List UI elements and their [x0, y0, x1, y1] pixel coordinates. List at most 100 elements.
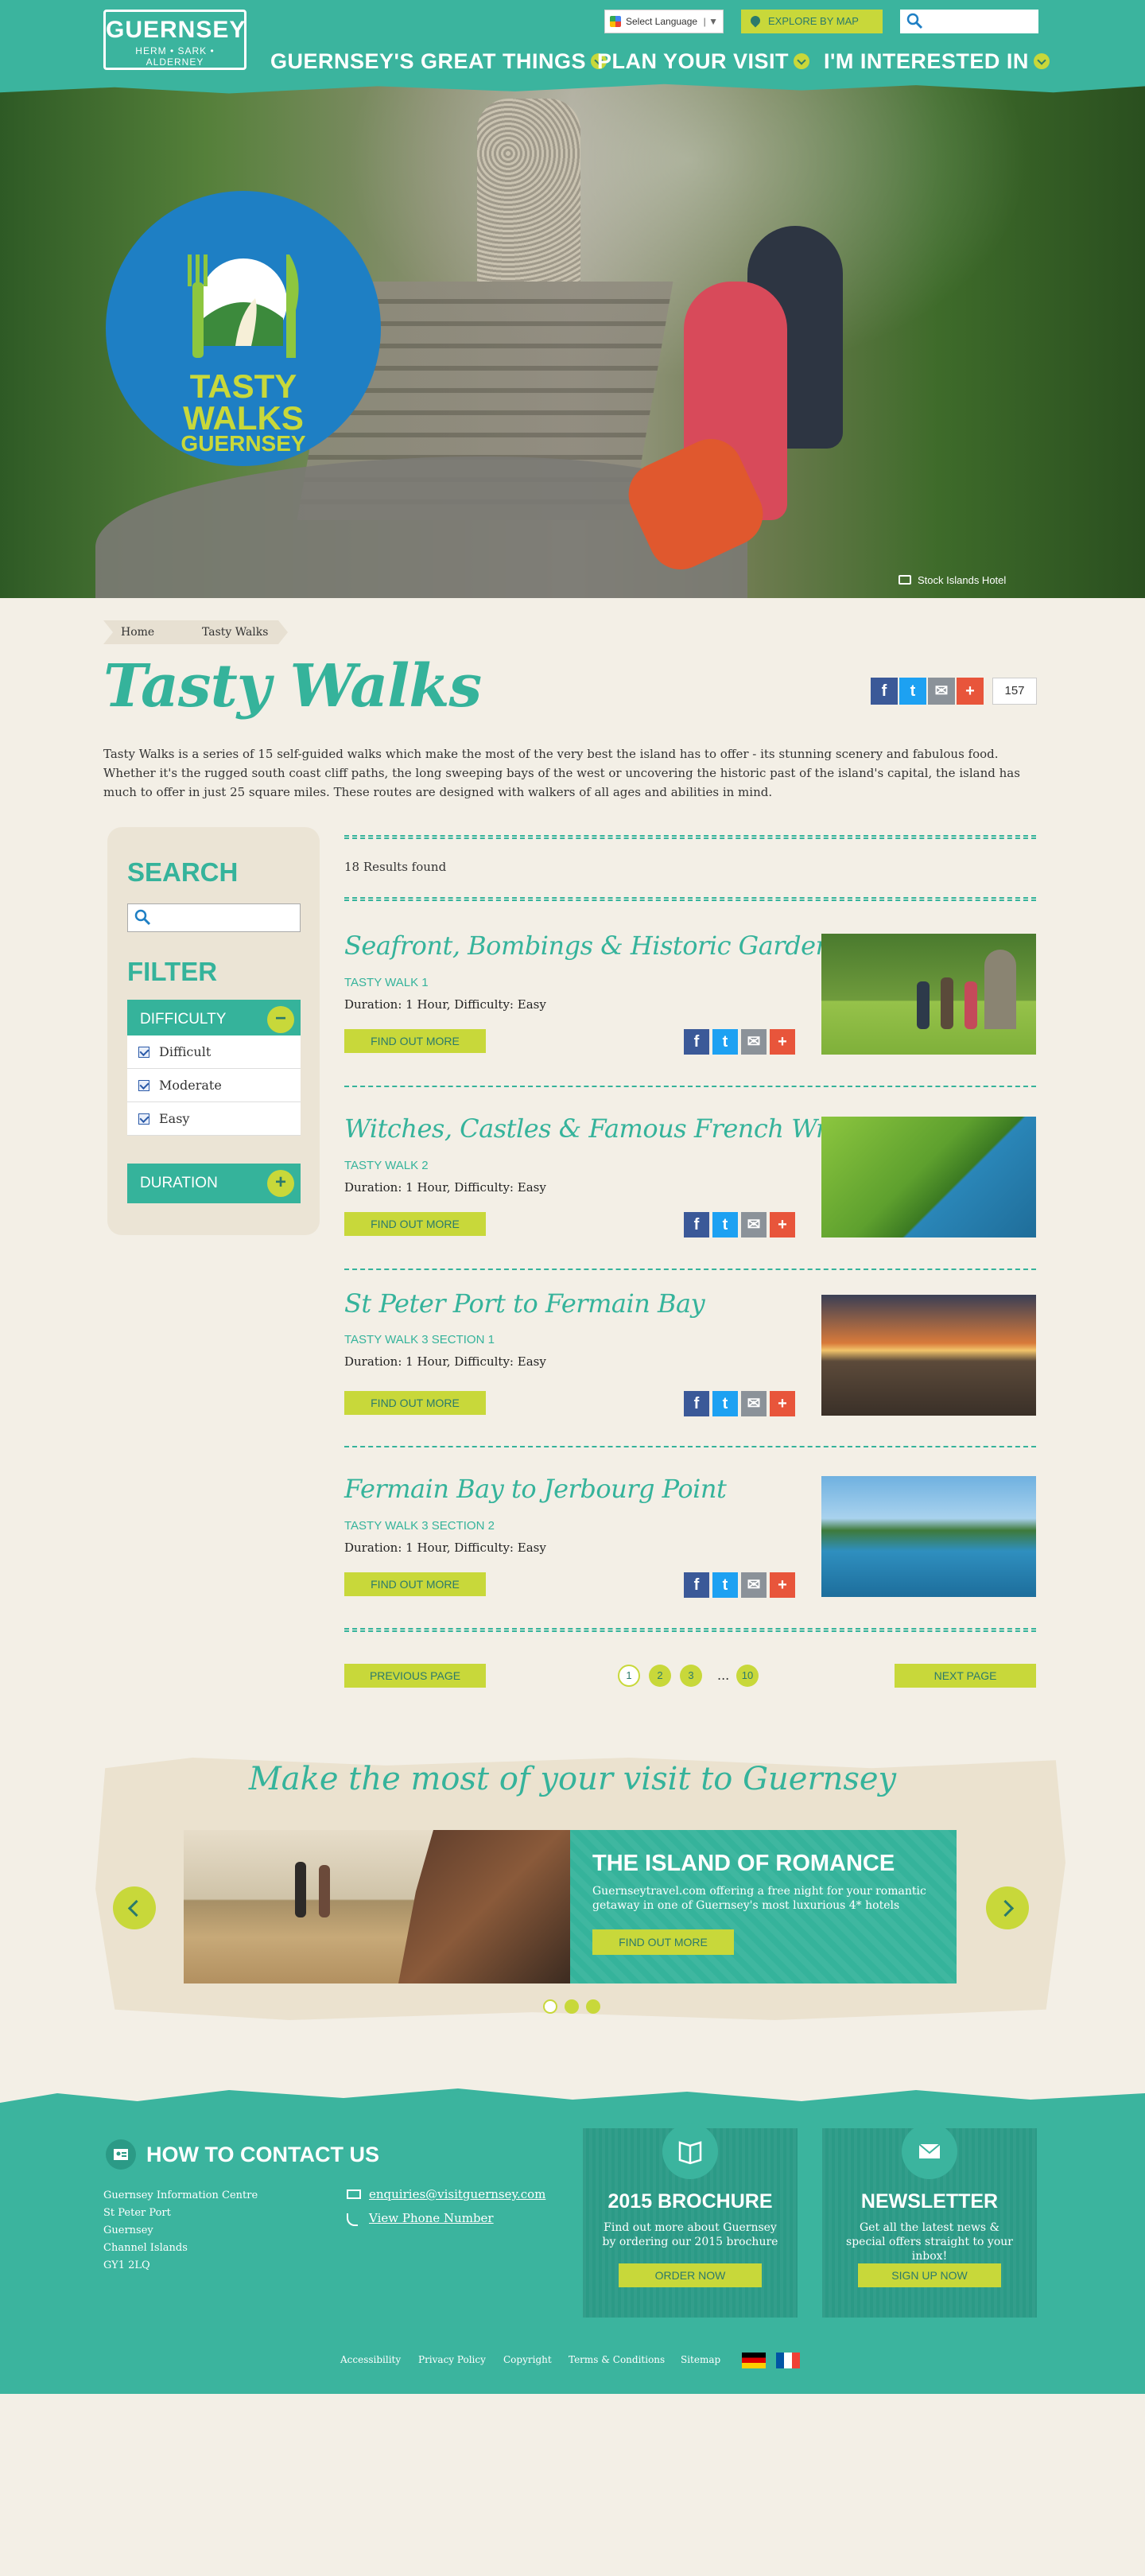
promo-slide-text: Guernseytravel.com offering a free night… — [592, 1885, 926, 1912]
language-select[interactable]: Select Language | ▼ — [604, 10, 724, 33]
result-thumbnail[interactable] — [821, 934, 1036, 1055]
sidebar-search-input[interactable] — [127, 903, 301, 932]
page-link-2[interactable]: 2 — [649, 1665, 671, 1687]
filter-option-label: Moderate — [159, 1078, 222, 1093]
result-thumbnail[interactable] — [821, 1476, 1036, 1597]
page-link-1[interactable]: 1 — [618, 1665, 640, 1687]
filter-option-easy[interactable]: Easy — [127, 1102, 301, 1136]
result-title[interactable]: St Peter Port to Fermain Bay — [344, 1288, 705, 1319]
filter-sidebar: SEARCH FILTER DIFFICULTY − Difficult Mod… — [107, 827, 320, 1235]
difficulty-accordion[interactable]: DIFFICULTY − — [127, 1000, 301, 1039]
find-out-more-button[interactable]: FIND OUT MORE — [344, 1212, 486, 1236]
facebook-share-icon[interactable]: f — [684, 1029, 709, 1055]
more-share-icon[interactable]: + — [770, 1391, 795, 1416]
collapse-icon[interactable]: − — [267, 1006, 294, 1033]
intro-text: Tasty Walks is a series of 15 self-guide… — [103, 744, 1038, 802]
result-title[interactable]: Seafront, Bombings & Historic Gardens — [344, 931, 844, 961]
intro-paragraph-2: Whether it's the rugged south coast clif… — [103, 766, 1020, 799]
carousel-prev-arrow-icon[interactable] — [113, 1886, 156, 1929]
footer-link-privacy-policy[interactable]: Privacy Policy — [418, 2354, 486, 2365]
address-line: St Peter Port — [103, 2207, 171, 2219]
intro-paragraph-1: Tasty Walks is a series of 15 self-guide… — [103, 747, 999, 761]
book-icon — [662, 2123, 718, 2179]
footer-link-sitemap[interactable]: Sitemap — [681, 2354, 720, 2365]
nav-plan-your-visit[interactable]: PLAN YOUR VISIT — [597, 49, 810, 74]
twitter-share-icon[interactable]: t — [712, 1212, 738, 1237]
phone-link[interactable]: View Phone Number — [347, 2211, 494, 2226]
google-translate-icon — [610, 16, 621, 27]
german-flag-icon[interactable] — [742, 2353, 766, 2368]
facebook-share-icon[interactable]: f — [684, 1212, 709, 1237]
twitter-share-icon[interactable]: t — [899, 678, 926, 705]
duration-accordion[interactable]: DURATION + — [127, 1164, 301, 1203]
email-share-icon[interactable]: ✉ — [741, 1572, 767, 1598]
footer-link-copyright[interactable]: Copyright — [503, 2354, 552, 2365]
breadcrumb-home[interactable]: Home — [103, 620, 191, 644]
header-search-input[interactable] — [900, 10, 1038, 33]
hero-shrine — [477, 99, 580, 282]
twitter-share-icon[interactable]: t — [712, 1572, 738, 1598]
newsletter-title: NEWSLETTER — [860, 2190, 999, 2213]
email-share-icon[interactable]: ✉ — [741, 1391, 767, 1416]
chevron-down-icon — [794, 52, 810, 69]
result-subtitle: TASTY WALK 3 SECTION 2 — [344, 1519, 495, 1533]
promo-find-out-more-button[interactable]: FIND OUT MORE — [592, 1929, 734, 1955]
result-thumbnail[interactable] — [821, 1295, 1036, 1416]
promo-couple-man — [295, 1862, 306, 1917]
more-share-icon[interactable]: + — [770, 1572, 795, 1598]
checkbox-checked-icon[interactable] — [138, 1113, 149, 1125]
result-title[interactable]: Witches, Castles & Famous French Writers — [344, 1113, 885, 1144]
results-count: 18 Results found — [344, 860, 447, 874]
promo-slide-title: THE ISLAND OF ROMANCE — [592, 1851, 895, 1876]
carousel-dot-1[interactable] — [543, 1999, 557, 2014]
explore-by-map-button[interactable]: EXPLORE BY MAP — [741, 10, 883, 33]
filter-option-moderate[interactable]: Moderate — [127, 1069, 301, 1102]
page-link-10[interactable]: 10 — [736, 1665, 759, 1687]
find-out-more-button[interactable]: FIND OUT MORE — [344, 1572, 486, 1596]
difficulty-options: Difficult Moderate Easy — [127, 1035, 301, 1136]
previous-page-button[interactable]: PREVIOUS PAGE — [344, 1664, 486, 1688]
nav-guernseys-great-things[interactable]: GUERNSEY'S GREAT THINGS — [270, 49, 607, 74]
carousel-dot-3[interactable] — [586, 1999, 600, 2014]
nav-label: I'M INTERESTED IN — [824, 49, 1029, 73]
carousel-next-arrow-icon[interactable] — [986, 1886, 1029, 1929]
result-thumbnail[interactable] — [821, 1117, 1036, 1237]
twitter-share-icon[interactable]: t — [712, 1029, 738, 1055]
result-meta: Duration: 1 Hour, Difficulty: Easy — [344, 1180, 546, 1195]
contact-heading: HOW TO CONTACT US — [146, 2143, 379, 2166]
more-share-icon[interactable]: + — [770, 1029, 795, 1055]
page-link-3[interactable]: 3 — [680, 1665, 702, 1687]
facebook-share-icon[interactable]: f — [871, 678, 898, 705]
sign-up-now-button[interactable]: SIGN UP NOW — [858, 2263, 1001, 2287]
find-out-more-button[interactable]: FIND OUT MORE — [344, 1391, 486, 1415]
guernsey-logo[interactable]: GUERNSEY HERM • SARK • ALDERNEY — [103, 10, 246, 70]
filter-option-label: Easy — [159, 1111, 190, 1126]
facebook-share-icon[interactable]: f — [684, 1391, 709, 1416]
filter-option-difficult[interactable]: Difficult — [127, 1035, 301, 1069]
twitter-share-icon[interactable]: t — [712, 1391, 738, 1416]
promo-couple-woman — [319, 1865, 330, 1917]
promo-heading: Make the most of your visit to Guernsey — [248, 1761, 897, 1797]
carousel-dot-2[interactable] — [565, 1999, 579, 2014]
fork-knife-landscape-icon — [188, 254, 299, 358]
contact-card-glyph — [114, 2149, 128, 2160]
order-now-button[interactable]: ORDER NOW — [619, 2263, 762, 2287]
footer-link-accessibility[interactable]: Accessibility — [340, 2354, 401, 2365]
checkbox-checked-icon[interactable] — [138, 1080, 149, 1091]
result-title[interactable]: Fermain Bay to Jerbourg Point — [344, 1474, 727, 1504]
checkbox-checked-icon[interactable] — [138, 1047, 149, 1058]
envelope-icon — [347, 2189, 361, 2199]
facebook-share-icon[interactable]: f — [684, 1572, 709, 1598]
email-share-icon[interactable]: ✉ — [741, 1029, 767, 1055]
french-flag-icon[interactable] — [776, 2353, 800, 2368]
find-out-more-button[interactable]: FIND OUT MORE — [344, 1029, 486, 1053]
more-share-icon[interactable]: + — [957, 678, 984, 705]
nav-im-interested-in[interactable]: I'M INTERESTED IN — [824, 49, 1050, 74]
email-share-icon[interactable]: ✉ — [741, 1212, 767, 1237]
email-link[interactable]: enquiries@visitguernsey.com — [347, 2187, 545, 2201]
email-share-icon[interactable]: ✉ — [928, 678, 955, 705]
footer-link-terms[interactable]: Terms & Conditions — [569, 2354, 665, 2365]
more-share-icon[interactable]: + — [770, 1212, 795, 1237]
expand-icon[interactable]: + — [267, 1170, 294, 1197]
next-page-button[interactable]: NEXT PAGE — [895, 1664, 1036, 1688]
